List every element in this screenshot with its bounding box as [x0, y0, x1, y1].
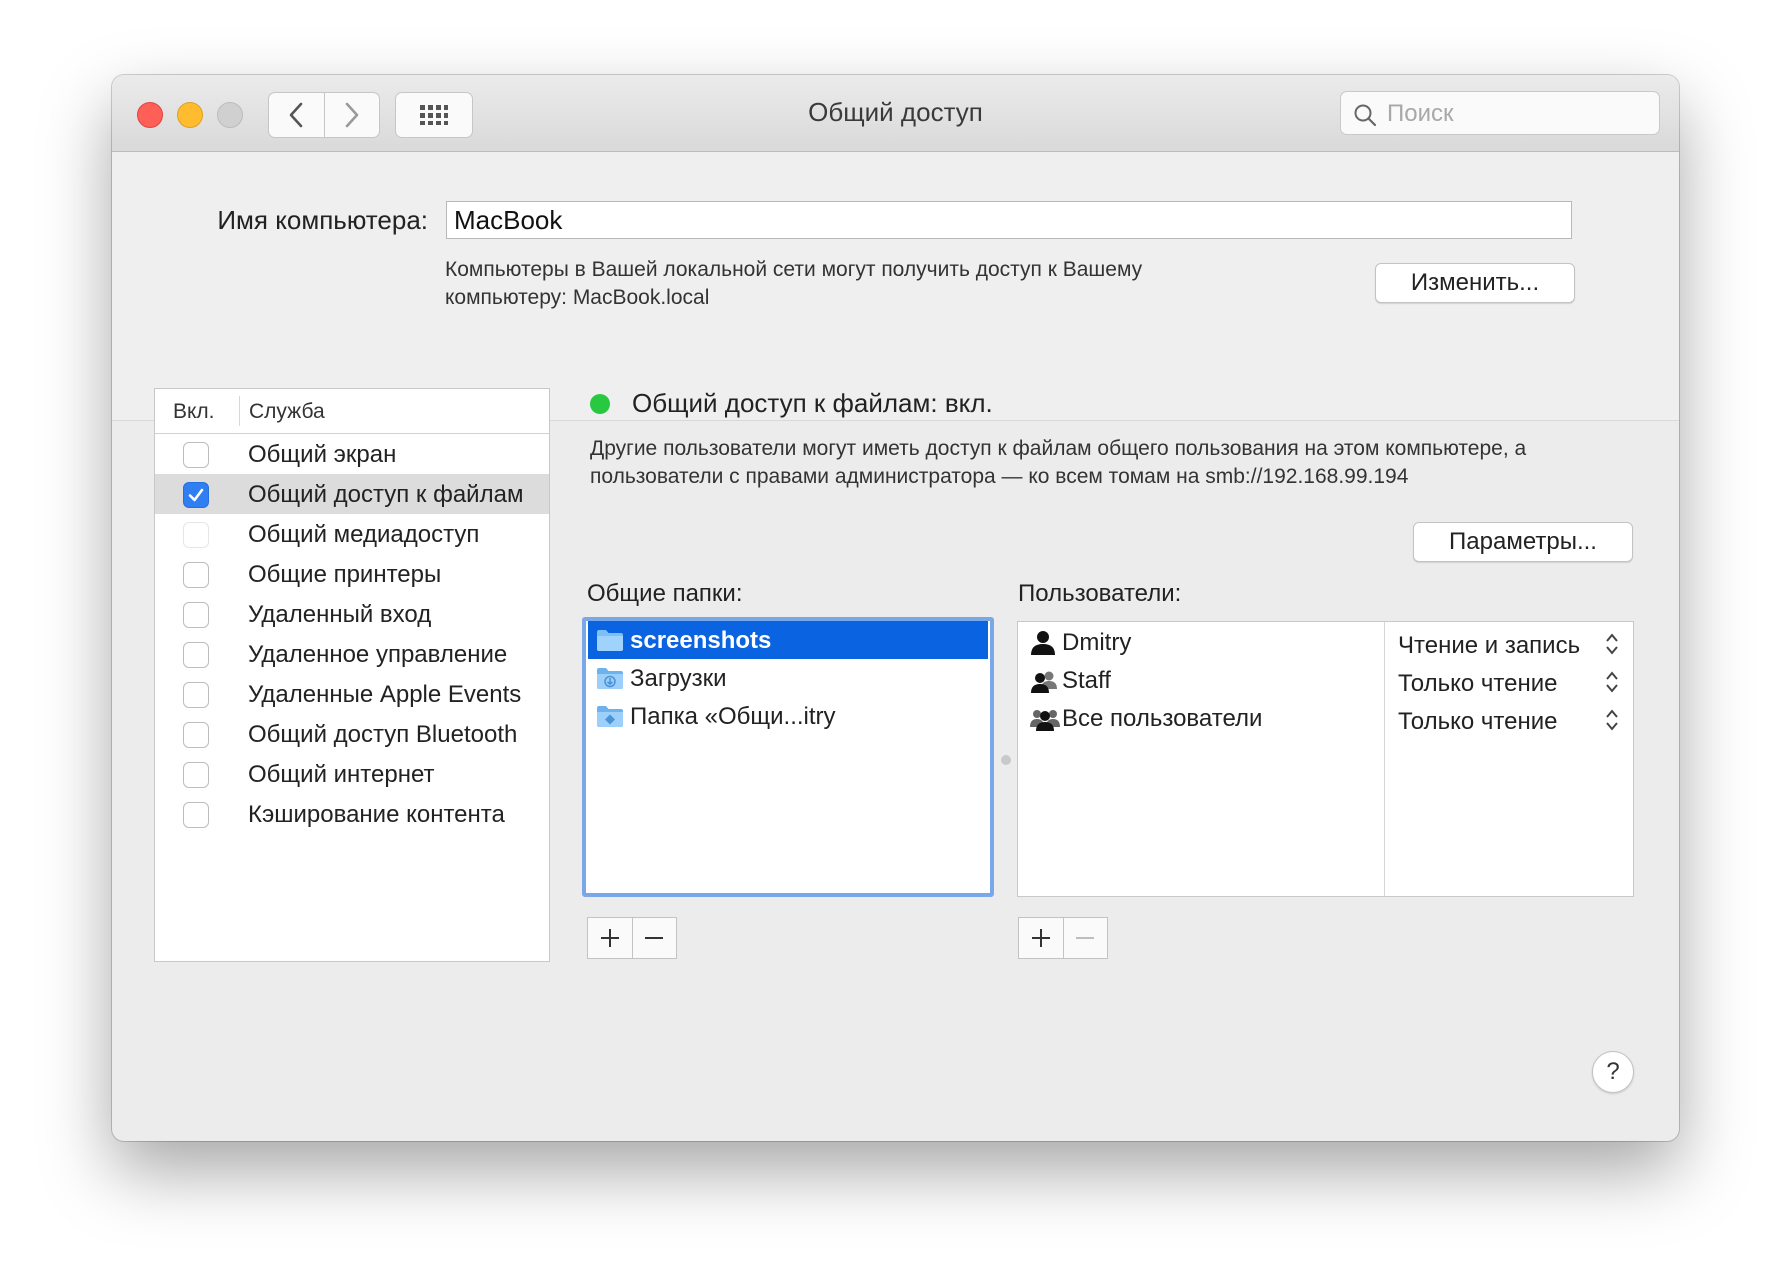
service-checkbox[interactable] [183, 722, 209, 748]
service-checkbox[interactable] [183, 642, 209, 668]
folders-add-remove [587, 917, 677, 959]
service-label: Общий интернет [248, 761, 435, 788]
shared-folders-list[interactable]: screenshots Загрузки Папка «Общи...itry [582, 617, 994, 897]
service-checkbox[interactable] [183, 442, 209, 468]
service-label: Общий доступ к файлам [248, 481, 524, 508]
service-row-file-sharing[interactable]: Общий доступ к файлам [155, 474, 549, 514]
status-title: Общий доступ к файлам: вкл. [632, 388, 993, 418]
column-header-service[interactable]: Служба [249, 400, 325, 424]
user-name: Все пользователи [1062, 705, 1263, 732]
service-label: Общие принтеры [248, 561, 442, 588]
add-user-button[interactable] [1019, 918, 1063, 958]
service-row-screen-sharing[interactable]: Общий экран [155, 434, 549, 474]
options-button[interactable]: Параметры... [1413, 522, 1633, 562]
user-icon [1031, 631, 1055, 655]
service-checkbox[interactable] [183, 522, 209, 548]
folder-label: Загрузки [630, 665, 727, 692]
users-add-remove [1018, 917, 1108, 959]
computer-name-description: Компьютеры в Вашей локальной сети могут … [445, 258, 1143, 309]
permission-popup[interactable]: Только чтение [1398, 670, 1557, 698]
service-checkbox[interactable] [183, 602, 209, 628]
add-folder-button[interactable] [588, 918, 632, 958]
status-description: Другие пользователи могут иметь доступ к… [590, 437, 1527, 488]
folder-row[interactable]: Загрузки [588, 659, 988, 697]
sharing-window: Общий доступ Имя компьютера: Компьютеры … [112, 75, 1679, 1141]
stepper-icon[interactable] [1604, 670, 1620, 694]
service-label: Общий экран [248, 441, 397, 468]
service-row-remote-management[interactable]: Удаленное управление [155, 634, 549, 674]
service-row-media-sharing[interactable]: Общий медиадоступ [155, 514, 549, 554]
service-label: Общий доступ Bluetooth [248, 721, 518, 748]
service-label: Удаленные Apple Events [248, 681, 522, 708]
service-label: Общий медиадоступ [248, 521, 480, 548]
splitter-handle[interactable] [1001, 755, 1011, 765]
minus-icon [645, 937, 664, 939]
service-checkbox[interactable] [183, 482, 209, 508]
search-input[interactable] [1385, 98, 1649, 130]
service-label: Кэширование контента [248, 801, 505, 828]
everyone-icon [1030, 710, 1060, 731]
service-checkbox[interactable] [183, 802, 209, 828]
group-icon [1031, 671, 1057, 693]
permission-popup[interactable]: Только чтение [1398, 708, 1557, 736]
minus-icon [1076, 937, 1095, 939]
service-row-internet-sharing[interactable]: Общий интернет [155, 754, 549, 794]
folder-icon [597, 630, 623, 651]
permission-popup[interactable]: Чтение и запись [1398, 632, 1580, 660]
users-list[interactable]: Dmitry Чтение и запись Staff Только чтен… [1017, 621, 1634, 897]
folder-row[interactable]: screenshots [588, 621, 988, 659]
status-indicator [590, 394, 610, 414]
service-label: Удаленный вход [248, 601, 432, 628]
user-row[interactable]: Staff Только чтение [1018, 662, 1633, 700]
user-name: Dmitry [1062, 629, 1132, 656]
folder-row[interactable]: Папка «Общи...itry [588, 697, 988, 735]
plus-icon [1031, 929, 1050, 947]
search-field[interactable] [1340, 91, 1660, 135]
service-row-remote-apple-events[interactable]: Удаленные Apple Events [155, 674, 549, 714]
users-label: Пользователи: [1018, 580, 1182, 607]
column-divider [239, 396, 240, 426]
user-row[interactable]: Dmitry Чтение и запись [1018, 624, 1633, 662]
shared-folders-label: Общие папки: [587, 580, 743, 607]
title-bar: Общий доступ [112, 75, 1679, 152]
column-header-on[interactable]: Вкл. [173, 400, 215, 424]
plus-icon [600, 929, 619, 947]
user-name: Staff [1062, 667, 1111, 694]
downloads-folder-icon [597, 668, 623, 689]
service-label: Удаленное управление [248, 641, 508, 668]
stepper-icon[interactable] [1604, 708, 1620, 732]
folder-label: screenshots [630, 627, 772, 654]
public-folder-icon [597, 706, 623, 727]
user-row[interactable]: Все пользователи Только чтение [1018, 700, 1633, 738]
folder-label: Папка «Общи...itry [630, 703, 836, 730]
checkmark-icon [188, 488, 204, 502]
service-row-printer-sharing[interactable]: Общие принтеры [155, 554, 549, 594]
service-row-remote-login[interactable]: Удаленный вход [155, 594, 549, 634]
services-list: Вкл. Служба Общий экран Общий доступ к ф… [154, 388, 550, 962]
service-checkbox[interactable] [183, 562, 209, 588]
help-button[interactable]: ? [1592, 1051, 1634, 1093]
services-header: Вкл. Служба [155, 389, 549, 434]
service-checkbox[interactable] [183, 762, 209, 788]
service-row-content-caching[interactable]: Кэширование контента [155, 794, 549, 834]
remove-user-button[interactable] [1062, 918, 1108, 958]
search-icon [1354, 104, 1377, 127]
change-button[interactable]: Изменить... [1375, 263, 1575, 303]
service-row-bluetooth-sharing[interactable]: Общий доступ Bluetooth [155, 714, 549, 754]
service-checkbox[interactable] [183, 682, 209, 708]
computer-name-label: Имя компьютера: [217, 205, 428, 235]
remove-folder-button[interactable] [631, 918, 677, 958]
stepper-icon[interactable] [1604, 632, 1620, 656]
computer-name-input[interactable] [446, 201, 1572, 239]
